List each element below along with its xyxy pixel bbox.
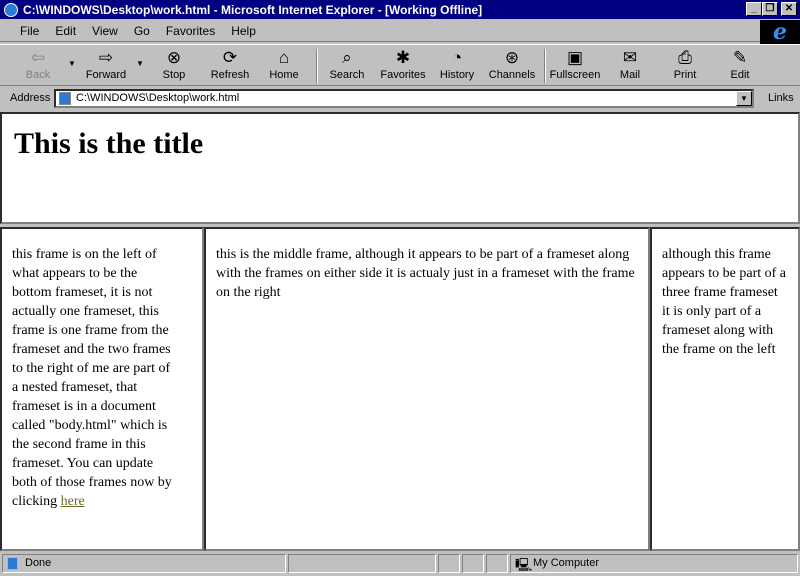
- zone-text: My Computer: [533, 557, 600, 569]
- status-text: Done: [25, 557, 52, 569]
- refresh-label: Refresh: [210, 69, 250, 81]
- maximize-button[interactable]: ❐: [762, 2, 778, 16]
- back-dropdown-icon[interactable]: ▼: [68, 59, 76, 68]
- history-label: History: [439, 69, 475, 81]
- fullscreen-button[interactable]: ▣ Fullscreen: [547, 47, 603, 81]
- favorites-icon: ✱: [395, 48, 411, 67]
- print-icon: ⎙: [678, 48, 692, 67]
- menu-help[interactable]: Help: [231, 24, 256, 38]
- favorites-button[interactable]: ✱ Favorites: [375, 47, 431, 81]
- address-dropdown-button[interactable]: ▼: [736, 91, 752, 106]
- toolbar-separator: [544, 49, 546, 83]
- refresh-icon: ⟳: [222, 48, 238, 67]
- menu-bar: File Edit View Go Favorites Help: [0, 20, 760, 42]
- address-input[interactable]: C:\WINDOWS\Desktop\work.html: [54, 89, 754, 108]
- forward-dropdown-icon[interactable]: ▼: [136, 59, 144, 68]
- channels-label: Channels: [488, 69, 536, 81]
- fullscreen-label: Fullscreen: [549, 69, 601, 81]
- status-panel: [288, 554, 436, 573]
- forward-icon: ⇨: [98, 48, 114, 67]
- menu-view[interactable]: View: [92, 24, 118, 38]
- history-icon: ◔: [451, 48, 463, 67]
- computer-icon: 🖳: [515, 557, 533, 572]
- page-icon: [7, 557, 18, 570]
- print-button[interactable]: ⎙ Print: [657, 47, 713, 81]
- here-link[interactable]: here: [61, 494, 85, 509]
- ie-page-icon: [4, 2, 18, 17]
- mail-icon: ✉: [622, 48, 638, 67]
- menu-go[interactable]: Go: [134, 24, 150, 38]
- status-text-panel: Done: [2, 554, 286, 573]
- back-icon: ⇦: [30, 48, 46, 67]
- status-bar: Done 🖳 My Computer: [0, 553, 800, 576]
- mail-label: Mail: [619, 69, 641, 81]
- channels-icon: ⊛: [504, 48, 520, 67]
- page-icon: [59, 92, 71, 105]
- stop-button[interactable]: ⊗ Stop: [146, 47, 202, 81]
- mail-button[interactable]: ✉ Mail: [602, 47, 658, 81]
- right-text: although this frame appears to be part o…: [662, 247, 786, 357]
- middle-frame: this is the middle frame, although it ap…: [204, 227, 650, 551]
- channels-button[interactable]: ⊛ Channels: [484, 47, 540, 81]
- zone-panel: 🖳 My Computer: [510, 554, 798, 573]
- menu-edit[interactable]: Edit: [55, 24, 76, 38]
- history-button[interactable]: ◔ History: [429, 47, 485, 81]
- window-title: C:\WINDOWS\Desktop\work.html - Microsoft…: [23, 2, 483, 17]
- middle-text: this is the middle frame, although it ap…: [216, 247, 635, 300]
- left-frame: this frame is on the left of what appear…: [0, 227, 204, 551]
- status-panel: [438, 554, 460, 573]
- menu-file[interactable]: File: [20, 24, 39, 38]
- ie-logo-icon: e: [760, 20, 800, 44]
- left-text: this frame is on the left of what appear…: [12, 247, 172, 509]
- forward-label: Forward: [85, 69, 127, 81]
- close-button[interactable]: ✕: [781, 2, 797, 16]
- stop-label: Stop: [162, 69, 186, 81]
- edit-button[interactable]: ✎ Edit: [712, 47, 768, 81]
- left-frame-text: this frame is on the left of what appear…: [12, 245, 172, 511]
- back-button[interactable]: ⇦ Back: [10, 47, 66, 81]
- edit-icon: ✎: [732, 48, 748, 67]
- home-icon: ⌂: [278, 48, 290, 67]
- favorites-label: Favorites: [380, 69, 426, 81]
- minimize-button[interactable]: _: [746, 2, 762, 16]
- status-panel: [486, 554, 508, 573]
- menu-favorites[interactable]: Favorites: [166, 24, 215, 38]
- toolbar-separator: [316, 49, 318, 83]
- right-frame: although this frame appears to be part o…: [650, 227, 800, 551]
- address-bar: Address C:\WINDOWS\Desktop\work.html ▼ L…: [0, 87, 800, 111]
- forward-button[interactable]: ⇨ Forward: [78, 47, 134, 81]
- search-button[interactable]: ⌕ Search: [319, 47, 375, 81]
- title-frame: This is the title: [0, 112, 800, 224]
- status-panel: [462, 554, 484, 573]
- address-label: Address: [10, 92, 51, 104]
- page-title: This is the title: [14, 127, 204, 160]
- fullscreen-icon: ▣: [566, 48, 584, 67]
- title-bar: C:\WINDOWS\Desktop\work.html - Microsoft…: [0, 0, 800, 19]
- edit-label: Edit: [730, 69, 750, 81]
- home-label: Home: [269, 69, 299, 81]
- refresh-button[interactable]: ⟳ Refresh: [202, 47, 258, 81]
- address-value: C:\WINDOWS\Desktop\work.html: [76, 92, 240, 104]
- search-label: Search: [329, 69, 365, 81]
- home-button[interactable]: ⌂ Home: [256, 47, 312, 81]
- links-button[interactable]: Links: [768, 92, 794, 104]
- print-label: Print: [673, 69, 697, 81]
- search-icon: ⌕: [342, 48, 352, 67]
- toolbar: ⇦ Back ▼ ⇨ Forward ▼ ⊗ Stop ⟳ Refresh ⌂ Home ⌕ Search…: [0, 44, 800, 86]
- back-label: Back: [25, 69, 51, 81]
- stop-icon: ⊗: [166, 48, 182, 67]
